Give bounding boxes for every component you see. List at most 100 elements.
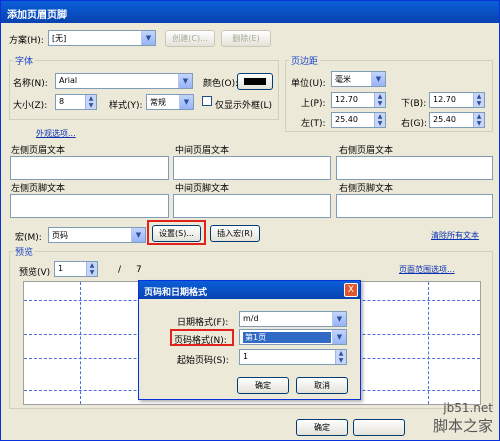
left-header-textbox[interactable]: [10, 156, 169, 180]
close-icon[interactable]: X: [344, 283, 358, 297]
cancel-button-partial[interactable]: [353, 419, 405, 436]
font-size-value: 8: [59, 97, 65, 106]
center-header-label: 中间页眉文本: [175, 146, 230, 156]
font-color-button[interactable]: [237, 73, 273, 90]
macro-label: 宏(M):: [15, 233, 42, 243]
margin-top-value: 12.70: [335, 95, 358, 104]
unit-select[interactable]: 毫米 ▼: [331, 71, 386, 87]
chevron-down-icon[interactable]: ▼: [141, 31, 155, 45]
page-format-value: 第1页: [243, 332, 331, 343]
chevron-down-icon[interactable]: ▼: [131, 228, 145, 242]
margin-right-input[interactable]: 25.40 ▲ ▼: [429, 112, 485, 128]
spinner-icon[interactable]: ▲ ▼: [374, 93, 385, 107]
chevron-down-icon[interactable]: ▼: [178, 74, 192, 88]
start-page-value: 1: [243, 352, 249, 361]
right-footer-textbox[interactable]: [336, 194, 493, 218]
outline-checkbox[interactable]: [202, 96, 212, 106]
start-page-label: 起始页码(S):: [177, 356, 229, 366]
margins-group-title: 页边距: [289, 54, 321, 67]
start-page-input[interactable]: 1 ▲ ▼: [239, 349, 347, 365]
page-format-select[interactable]: 第1页 ▼: [239, 329, 347, 345]
margin-bottom-value: 12.70: [433, 95, 456, 104]
preview-page-value: 1: [58, 264, 64, 273]
date-format-value: m/d: [243, 314, 259, 323]
margin-bottom-label: 下(B):: [401, 99, 427, 109]
font-name-value: Arial: [59, 76, 78, 85]
window-title: 添加页眉页脚: [1, 1, 499, 23]
page-format-label: 页码格式(N):: [174, 336, 227, 346]
page-separator: /: [118, 265, 122, 275]
margin-top-label: 上(P):: [301, 99, 326, 109]
margin-bottom-input[interactable]: 12.70 ▲ ▼: [429, 92, 485, 108]
color-swatch: [244, 78, 266, 85]
unit-label: 单位(U):: [291, 79, 326, 89]
center-footer-textbox[interactable]: [173, 194, 331, 218]
macro-settings-button[interactable]: 设置(S)...: [152, 225, 201, 242]
watermark: jb51.net 脚本之家: [433, 401, 493, 436]
watermark-name: 脚本之家: [432, 417, 493, 435]
spinner-icon[interactable]: ▲ ▼: [473, 113, 484, 127]
spinner-icon[interactable]: ▲ ▼: [335, 350, 346, 364]
spinner-icon[interactable]: ▲ ▼: [86, 262, 97, 276]
delete-scheme-button[interactable]: 删除(E): [221, 30, 271, 47]
unit-value: 毫米: [335, 75, 351, 84]
font-style-value: 常规: [150, 98, 166, 107]
page-range-options-link[interactable]: 页面范围选项...: [399, 264, 455, 275]
font-style-label: 样式(Y):: [109, 101, 143, 111]
dialog-cancel-button[interactable]: 取消: [296, 377, 348, 394]
ok-button[interactable]: 确定: [296, 419, 348, 436]
left-header-label: 左侧页眉文本: [11, 146, 66, 156]
date-format-label: 日期格式(F):: [177, 318, 229, 328]
page-date-format-dialog: 页码和日期格式 X 日期格式(F): m/d ▼ 页码格式(N): 第1页 ▼ …: [138, 280, 361, 400]
right-margin-line: [428, 282, 429, 404]
watermark-url: jb51.net: [443, 401, 493, 415]
font-color-label: 颜色(O):: [203, 79, 239, 89]
scheme-select[interactable]: [无] ▼: [48, 30, 156, 46]
font-size-input[interactable]: 8 ▲ ▼: [55, 94, 97, 110]
macro-value: 页码: [52, 231, 68, 240]
macro-select[interactable]: 页码 ▼: [48, 227, 146, 243]
chevron-down-icon[interactable]: ▼: [179, 95, 193, 109]
font-group: [9, 60, 279, 120]
preview-group-title: 预览: [13, 245, 36, 258]
font-name-select[interactable]: Arial ▼: [55, 73, 193, 89]
left-margin-line: [80, 282, 81, 404]
font-name-label: 名称(N):: [13, 79, 48, 89]
font-size-label: 大小(Z):: [13, 101, 48, 111]
margin-left-label: 左(T):: [301, 119, 326, 129]
scheme-value: [无]: [52, 34, 67, 43]
right-header-label: 右侧页眉文本: [339, 146, 394, 156]
chevron-down-icon[interactable]: ▼: [332, 312, 346, 326]
left-footer-label: 左侧页脚文本: [11, 184, 66, 194]
margin-left-value: 25.40: [335, 115, 358, 124]
font-group-title: 字体: [13, 54, 36, 67]
chevron-down-icon[interactable]: ▼: [371, 72, 385, 86]
dialog-ok-button[interactable]: 确定: [237, 377, 289, 394]
preview-page-input[interactable]: 1 ▲ ▼: [54, 261, 98, 277]
left-footer-textbox[interactable]: [10, 194, 169, 218]
margin-top-input[interactable]: 12.70 ▲ ▼: [331, 92, 386, 108]
add-header-footer-window: 添加页眉页脚 方案(H): [无] ▼ 创建(C)... 删除(E) 字体 名称…: [0, 0, 500, 441]
center-footer-label: 中间页脚文本: [175, 184, 230, 194]
margin-right-value: 25.40: [433, 115, 456, 124]
insert-macro-button[interactable]: 插入宏(R): [210, 225, 260, 242]
margin-left-input[interactable]: 25.40 ▲ ▼: [331, 112, 386, 128]
spinner-icon[interactable]: ▲ ▼: [473, 93, 484, 107]
create-scheme-button[interactable]: 创建(C)...: [165, 30, 215, 47]
date-format-select[interactable]: m/d ▼: [239, 311, 347, 327]
clear-all-text-link[interactable]: 清除所有文本: [431, 230, 479, 241]
page-total: 7: [136, 265, 142, 275]
right-footer-label: 右侧页脚文本: [339, 184, 394, 194]
outline-checkbox-label: 仅显示外框(L): [215, 101, 273, 111]
margin-right-label: 右(G):: [401, 119, 428, 129]
preview-page-label: 预览(V): [19, 268, 51, 278]
font-style-select[interactable]: 常规 ▼: [146, 94, 194, 110]
dialog-title: 页码和日期格式: [139, 281, 360, 299]
appearance-options-link[interactable]: 外观选项...: [36, 128, 76, 139]
scheme-label: 方案(H):: [9, 36, 44, 46]
center-header-textbox[interactable]: [173, 156, 331, 180]
chevron-down-icon[interactable]: ▼: [332, 330, 346, 344]
right-header-textbox[interactable]: [336, 156, 493, 180]
spinner-icon[interactable]: ▲ ▼: [374, 113, 385, 127]
spinner-icon[interactable]: ▲ ▼: [85, 95, 96, 109]
